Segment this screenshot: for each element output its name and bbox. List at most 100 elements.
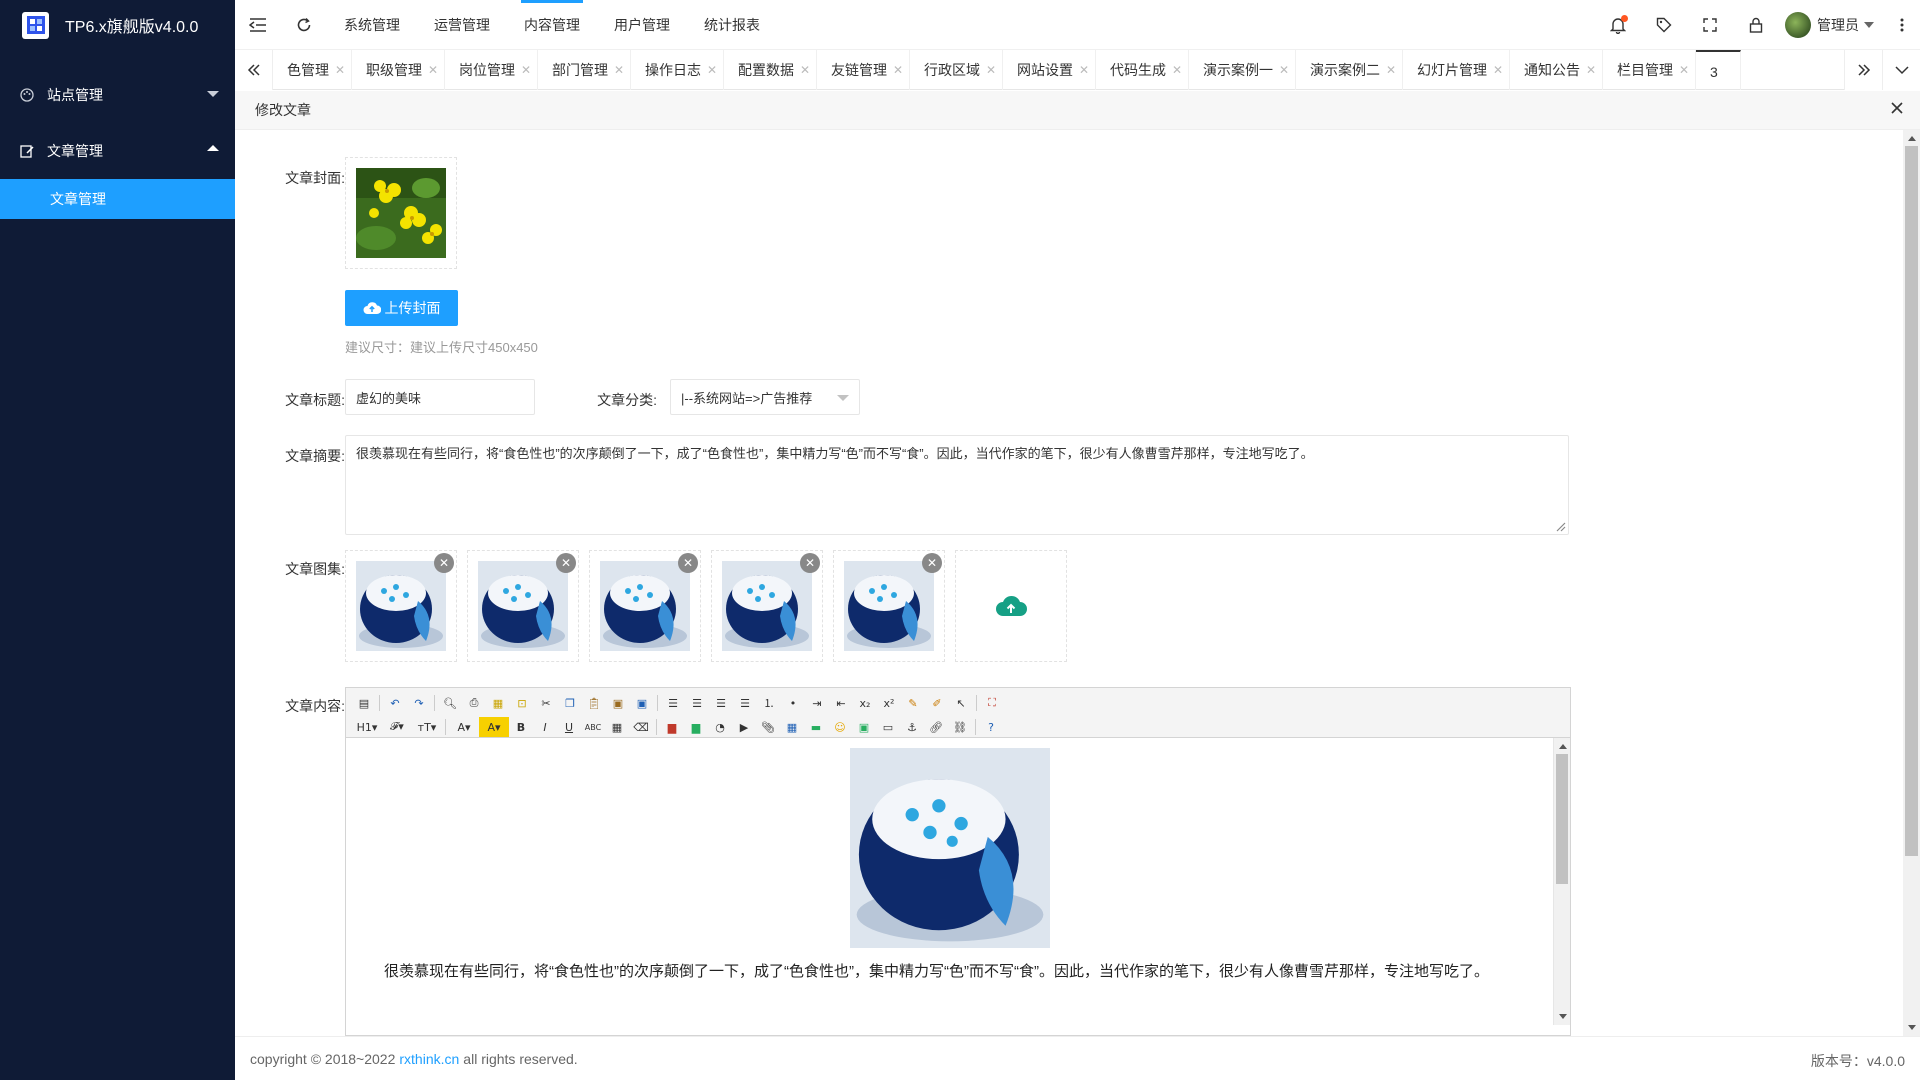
sidebar-item-article-management[interactable]: 文章管理: [0, 123, 235, 179]
page-scrollbar[interactable]: [1903, 130, 1920, 1036]
indent-icon[interactable]: ⇥: [805, 693, 829, 713]
insert-picture-icon[interactable]: ▣: [852, 717, 876, 737]
outdent-icon[interactable]: ⇤: [829, 693, 853, 713]
media-icon[interactable]: ▶: [732, 717, 756, 737]
attachment-icon[interactable]: 📎︎: [756, 717, 780, 737]
notification-bell-icon[interactable]: [1595, 0, 1641, 50]
align-justify-icon[interactable]: ☰: [733, 693, 757, 713]
link-icon[interactable]: 🔗︎: [924, 717, 948, 737]
gallery-item[interactable]: ✕: [467, 550, 579, 662]
font-size-icon[interactable]: тT▾: [412, 717, 442, 737]
template-icon[interactable]: ▦: [486, 693, 510, 713]
topmenu-reports[interactable]: 统计报表: [687, 0, 777, 50]
scrollbar-thumb[interactable]: [1556, 754, 1568, 884]
menu-fold-icon[interactable]: [235, 0, 281, 50]
tab-item[interactable]: 代码生成 ✕: [1096, 50, 1189, 90]
scroll-up-icon[interactable]: [1903, 130, 1920, 146]
insert-hr-icon[interactable]: ▬: [804, 717, 828, 737]
preview-icon[interactable]: 🔍︎: [438, 693, 462, 713]
insert-table-icon[interactable]: ▦: [780, 717, 804, 737]
topmenu-system[interactable]: 系统管理: [327, 0, 417, 50]
rich-text-editor[interactable]: ▤ ↶ ↷ 🔍︎ ⎙ ▦ ⊡ ✂ ❐ 📋︎ ▣ ▣ ☰ ☰ ☰ ☰ ⒈ • ⇥ …: [345, 687, 1571, 1036]
scroll-up-icon[interactable]: [1554, 738, 1571, 754]
close-icon[interactable]: ✕: [335, 50, 345, 90]
tab-item[interactable]: 配置数据 ✕: [724, 50, 817, 90]
close-icon[interactable]: ✕: [614, 50, 624, 90]
print-icon[interactable]: ⎙: [462, 693, 486, 713]
close-icon[interactable]: ✕: [428, 50, 438, 90]
clear-format-icon[interactable]: ✎: [901, 693, 925, 713]
tabs-scroll-right-icon[interactable]: [1844, 50, 1882, 90]
bold-icon[interactable]: B: [509, 717, 533, 737]
align-right-icon[interactable]: ☰: [709, 693, 733, 713]
multi-image-icon[interactable]: ▆: [684, 717, 708, 737]
sidebar-subitem-article-management[interactable]: 文章管理: [0, 179, 235, 219]
tab-item-active[interactable]: 3: [1696, 50, 1741, 90]
editor-inline-image[interactable]: [849, 748, 1050, 948]
scroll-down-icon[interactable]: [1903, 1020, 1920, 1036]
cover-preview[interactable]: [345, 157, 457, 269]
close-icon[interactable]: ✕: [1079, 50, 1089, 90]
scrollbar-thumb[interactable]: [1905, 146, 1918, 856]
help-icon[interactable]: ?: [979, 717, 1003, 737]
close-icon[interactable]: ✕: [1493, 50, 1503, 90]
category-select[interactable]: |--系统网站=>广告推荐: [670, 379, 860, 415]
tab-item[interactable]: 岗位管理 ✕: [445, 50, 538, 90]
close-icon[interactable]: ✕: [893, 50, 903, 90]
close-icon[interactable]: ✕: [1279, 50, 1289, 90]
code-icon[interactable]: ⊡: [510, 693, 534, 713]
insert-image-icon[interactable]: ▆: [660, 717, 684, 737]
tab-item[interactable]: 网站设置 ✕: [1003, 50, 1096, 90]
gallery-item[interactable]: ✕: [711, 550, 823, 662]
highlight-color-icon[interactable]: A▾: [479, 717, 509, 737]
close-icon[interactable]: ✕: [800, 50, 810, 90]
tag-icon[interactable]: [1641, 0, 1687, 50]
tab-item[interactable]: 通知公告 ✕: [1510, 50, 1603, 90]
align-center-icon[interactable]: ☰: [685, 693, 709, 713]
select-all-icon[interactable]: ↖: [949, 693, 973, 713]
undo-icon[interactable]: ↶: [383, 693, 407, 713]
heading-icon[interactable]: H1▾: [352, 717, 382, 737]
source-code-icon[interactable]: ▤: [352, 693, 376, 713]
editor-body[interactable]: 很羡慕现在有些同行，将“食色性也”的次序颠倒了一下，成了“色食性也”，集中精力写…: [346, 738, 1553, 1025]
fullscreen-icon[interactable]: ⛶: [980, 693, 1004, 713]
tab-item[interactable]: 幻灯片管理 ✕: [1403, 50, 1510, 90]
tabs-dropdown-icon[interactable]: [1882, 50, 1920, 90]
tab-item[interactable]: 演示案例一 ✕: [1189, 50, 1296, 90]
topmenu-operation[interactable]: 运营管理: [417, 0, 507, 50]
topmenu-content[interactable]: 内容管理: [507, 0, 597, 50]
unlink-icon[interactable]: ⛓: [948, 717, 972, 737]
gallery-item[interactable]: ✕: [833, 550, 945, 662]
close-icon[interactable]: ✕: [1586, 50, 1596, 90]
scroll-down-icon[interactable]: [1554, 1009, 1571, 1025]
close-icon[interactable]: ✕: [707, 50, 717, 90]
lock-icon[interactable]: [1733, 0, 1779, 50]
tab-item[interactable]: 演示案例二 ✕: [1296, 50, 1403, 90]
paste-icon[interactable]: 📋︎: [582, 693, 606, 713]
gallery-item[interactable]: ✕: [345, 550, 457, 662]
superscript-icon[interactable]: x²: [877, 693, 901, 713]
delete-image-icon[interactable]: ✕: [678, 553, 698, 573]
refresh-icon[interactable]: [281, 0, 327, 50]
align-left-icon[interactable]: ☰: [661, 693, 685, 713]
format-brush-icon[interactable]: ✐: [925, 693, 949, 713]
page-break-icon[interactable]: ▭: [876, 717, 900, 737]
tab-item[interactable]: 部门管理 ✕: [538, 50, 631, 90]
title-input[interactable]: 虚幻的美味: [345, 379, 535, 415]
close-icon[interactable]: ✕: [1386, 50, 1396, 90]
sidebar-item-site-management[interactable]: 站点管理: [0, 67, 235, 123]
cut-icon[interactable]: ✂: [534, 693, 558, 713]
unordered-list-icon[interactable]: •: [781, 693, 805, 713]
delete-image-icon[interactable]: ✕: [434, 553, 454, 573]
more-vertical-icon[interactable]: [1884, 0, 1920, 50]
tabs-scroll-left-icon[interactable]: [235, 50, 273, 90]
emoticon-icon[interactable]: ☺: [828, 717, 852, 737]
eraser-icon[interactable]: ⌫: [629, 717, 653, 737]
logo[interactable]: TP6.x旗舰版v4.0.0: [0, 0, 235, 50]
topmenu-users[interactable]: 用户管理: [597, 0, 687, 50]
user-menu[interactable]: 管理员: [1779, 0, 1884, 50]
fullscreen-icon[interactable]: [1687, 0, 1733, 50]
tab-item[interactable]: 行政区域 ✕: [910, 50, 1003, 90]
site-link[interactable]: rxthink.cn: [399, 1051, 459, 1067]
anchor-icon[interactable]: ⚓: [900, 717, 924, 737]
